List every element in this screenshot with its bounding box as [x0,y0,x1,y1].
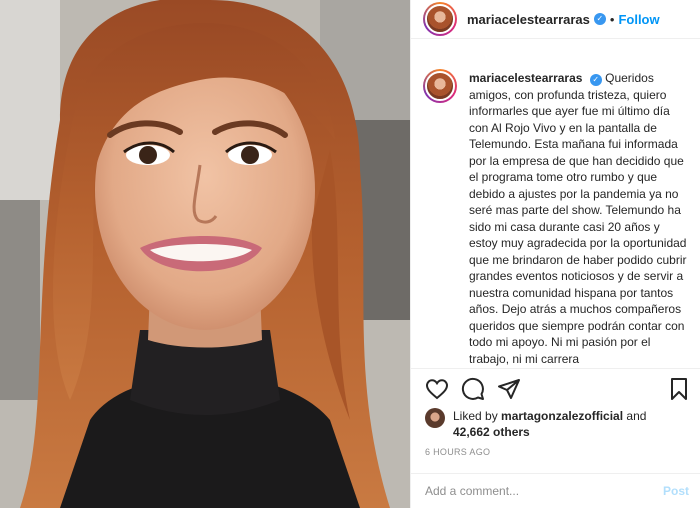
caption-author-avatar[interactable] [423,69,457,103]
heart-icon[interactable] [425,377,449,401]
verified-badge-icon: ✓ [593,13,606,25]
post-sidebar: mariacelestearraras ✓ • Follow mariacele… [410,0,700,508]
comment-box: Post [411,473,700,508]
separator-dot: • [609,11,615,27]
author-avatar[interactable] [423,2,457,36]
caption-section[interactable]: mariacelestearraras ✓ Queridos amigos, c… [411,55,700,368]
post-timestamp[interactable]: 6 HOURS AGO [425,447,490,457]
post-photo[interactable] [0,0,410,508]
follow-button[interactable]: Follow [618,12,659,27]
likes-summary: Liked by martagonzalezofficial and 42,66… [411,408,700,440]
caption-username[interactable]: mariacelestearraras [469,71,582,85]
likes-count[interactable]: 42,662 others [453,425,530,439]
liker-username[interactable]: martagonzalezofficial [501,409,623,423]
action-bar [411,368,700,408]
comment-icon[interactable] [461,377,485,401]
post-comment-button[interactable]: Post [663,484,689,498]
caption-text: mariacelestearraras ✓ Queridos amigos, c… [469,70,691,368]
bookmark-icon[interactable] [667,377,691,401]
comment-input[interactable] [425,484,663,498]
liker-avatar[interactable] [425,408,445,428]
post-header: mariacelestearraras ✓ • Follow [411,0,700,39]
likes-prefix: Liked by [453,409,502,423]
woman-portrait-image [0,0,410,508]
caption-body: Queridos amigos, con profunda tristeza, … [469,71,687,366]
caption-verified-badge-icon: ✓ [589,74,602,86]
share-icon[interactable] [497,377,521,401]
author-username[interactable]: mariacelestearraras [467,12,590,27]
likes-text: Liked by martagonzalezofficial and 42,66… [453,408,646,440]
likes-and: and [623,409,647,423]
